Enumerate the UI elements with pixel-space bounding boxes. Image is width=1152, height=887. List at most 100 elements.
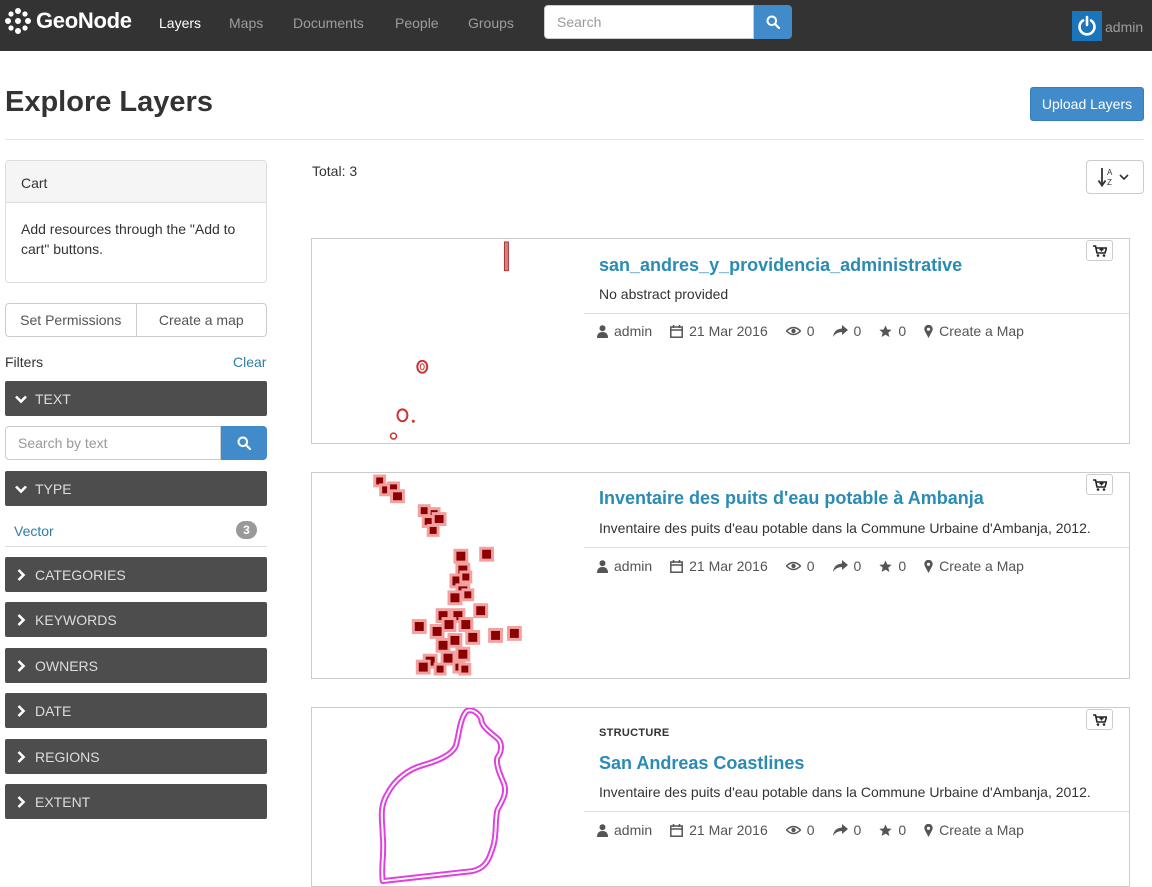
facet-text[interactable]: TEXT xyxy=(5,381,267,416)
cart-body: Add resources through the "Add to cart" … xyxy=(21,221,236,257)
facet-regions[interactable]: REGIONS xyxy=(5,739,267,774)
create-map-item[interactable]: Create a Map xyxy=(924,822,1024,838)
facet-categories-label: CATEGORIES xyxy=(35,566,126,583)
facet-date[interactable]: DATE xyxy=(5,693,267,728)
layer-card: STRUCTURE San Andreas Coastlines Inventa… xyxy=(311,707,1130,887)
share-icon xyxy=(832,325,848,337)
results-total: Total: 3 xyxy=(312,163,358,179)
top-search-button[interactable] xyxy=(754,5,792,39)
top-navbar: GeoNode Layers Maps Documents People Gro… xyxy=(0,0,1152,51)
layer-card: Inventaire des puits d'eau potable à Amb… xyxy=(311,472,1130,679)
eye-icon xyxy=(785,561,801,571)
facet-owners[interactable]: OWNERS xyxy=(5,648,267,683)
svg-text:A: A xyxy=(1107,168,1113,177)
card-divider xyxy=(584,811,1129,812)
upload-layers-button[interactable]: Upload Layers xyxy=(1030,87,1144,121)
add-to-cart-button[interactable] xyxy=(1086,240,1113,261)
owner-item[interactable]: admin xyxy=(597,558,652,574)
facet-regions-label: REGIONS xyxy=(35,748,100,765)
calendar-icon xyxy=(670,823,684,837)
search-icon xyxy=(237,436,251,450)
date-value: 21 Mar 2016 xyxy=(689,558,768,574)
create-map-button[interactable]: Create a map xyxy=(136,303,267,337)
calendar-icon xyxy=(670,324,684,338)
facet-owners-label: OWNERS xyxy=(35,657,98,674)
facet-extent[interactable]: EXTENT xyxy=(5,784,267,819)
owner-name[interactable]: admin xyxy=(614,323,652,339)
add-to-cart-button[interactable] xyxy=(1086,709,1113,730)
clear-filters-link[interactable]: Clear xyxy=(233,354,266,370)
owner-name[interactable]: admin xyxy=(614,558,652,574)
layer-title[interactable]: Inventaire des puits d'eau potable à Amb… xyxy=(599,488,984,509)
calendar-icon xyxy=(670,559,684,573)
shares-item: 0 xyxy=(832,323,861,339)
facet-categories[interactable]: CATEGORIES xyxy=(5,557,267,592)
chevron-right-icon xyxy=(17,795,26,808)
page-title: Explore Layers xyxy=(5,86,213,118)
shares-item: 0 xyxy=(832,822,862,838)
facet-text-label: TEXT xyxy=(35,390,71,407)
power-icon xyxy=(1078,15,1096,36)
layer-meta: admin 21 Mar 2016 0 0 0 Create a Map xyxy=(597,822,1042,838)
layer-card: san_andres_y_providencia_administrative … xyxy=(311,238,1130,444)
nav-maps[interactable]: Maps xyxy=(229,15,263,31)
chevron-right-icon xyxy=(17,750,26,763)
date-value: 21 Mar 2016 xyxy=(689,323,768,339)
owner-item[interactable]: admin xyxy=(597,323,652,339)
cart-title: Cart xyxy=(6,161,266,203)
user-icon xyxy=(597,324,608,338)
brand-logo[interactable]: GeoNode xyxy=(4,6,132,36)
star-icon xyxy=(879,560,893,572)
shares-count: 0 xyxy=(853,822,862,838)
views-count: 0 xyxy=(806,822,815,838)
layer-thumbnail[interactable] xyxy=(312,239,584,443)
add-to-cart-button[interactable] xyxy=(1086,474,1113,495)
create-map-link[interactable]: Create a Map xyxy=(939,822,1024,838)
rating-value: 0 xyxy=(898,323,907,339)
nav-layers[interactable]: Layers xyxy=(159,15,201,31)
svg-text:Z: Z xyxy=(1107,178,1112,187)
views-item: 0 xyxy=(785,323,815,339)
layer-title[interactable]: San Andreas Coastlines xyxy=(599,753,804,774)
set-permissions-button[interactable]: Set Permissions xyxy=(5,303,137,337)
facet-keywords[interactable]: KEYWORDS xyxy=(5,602,267,637)
rating-item: 0 xyxy=(879,323,906,339)
nav-people[interactable]: People xyxy=(395,15,439,31)
chevron-down-icon xyxy=(15,395,27,403)
type-vector-count: 3 xyxy=(236,521,257,539)
layer-meta: admin 21 Mar 2016 0 0 0 Create a Map xyxy=(597,323,1042,339)
type-vector-label[interactable]: Vector xyxy=(14,523,54,539)
layer-title[interactable]: san_andres_y_providencia_administrative xyxy=(599,255,962,276)
map-marker-icon xyxy=(924,324,933,338)
text-search-button[interactable] xyxy=(221,426,267,460)
star-icon xyxy=(879,824,893,836)
facet-extent-label: EXTENT xyxy=(35,793,91,810)
create-map-item[interactable]: Create a Map xyxy=(924,323,1024,339)
facet-keywords-label: KEYWORDS xyxy=(35,611,117,628)
nav-groups[interactable]: Groups xyxy=(468,15,514,31)
nav-documents[interactable]: Documents xyxy=(293,15,364,31)
create-map-item[interactable]: Create a Map xyxy=(924,558,1024,574)
sort-button[interactable]: A Z xyxy=(1086,160,1144,194)
sidebar-actions: Set Permissions Create a map xyxy=(5,303,267,337)
map-marker-icon xyxy=(924,559,933,573)
share-icon xyxy=(832,824,848,836)
facet-type[interactable]: TYPE xyxy=(5,471,267,506)
shares-item: 0 xyxy=(832,558,861,574)
views-count: 0 xyxy=(806,323,815,339)
date-item: 21 Mar 2016 xyxy=(670,323,768,339)
owner-item[interactable]: admin xyxy=(597,822,652,838)
user-menu[interactable]: admin xyxy=(1105,19,1143,35)
create-map-link[interactable]: Create a Map xyxy=(939,558,1024,574)
layer-category[interactable]: STRUCTURE xyxy=(599,727,670,739)
avatar[interactable] xyxy=(1072,11,1102,41)
user-icon xyxy=(597,823,608,837)
create-map-link[interactable]: Create a Map xyxy=(939,323,1024,339)
layer-thumbnail[interactable] xyxy=(312,473,584,678)
type-filter-vector[interactable]: Vector 3 xyxy=(5,515,267,547)
owner-name[interactable]: admin xyxy=(614,822,652,838)
top-search-input[interactable] xyxy=(544,5,754,39)
text-search-input[interactable] xyxy=(5,426,221,460)
geonode-logo-icon xyxy=(5,8,31,34)
layer-thumbnail[interactable] xyxy=(312,708,584,886)
